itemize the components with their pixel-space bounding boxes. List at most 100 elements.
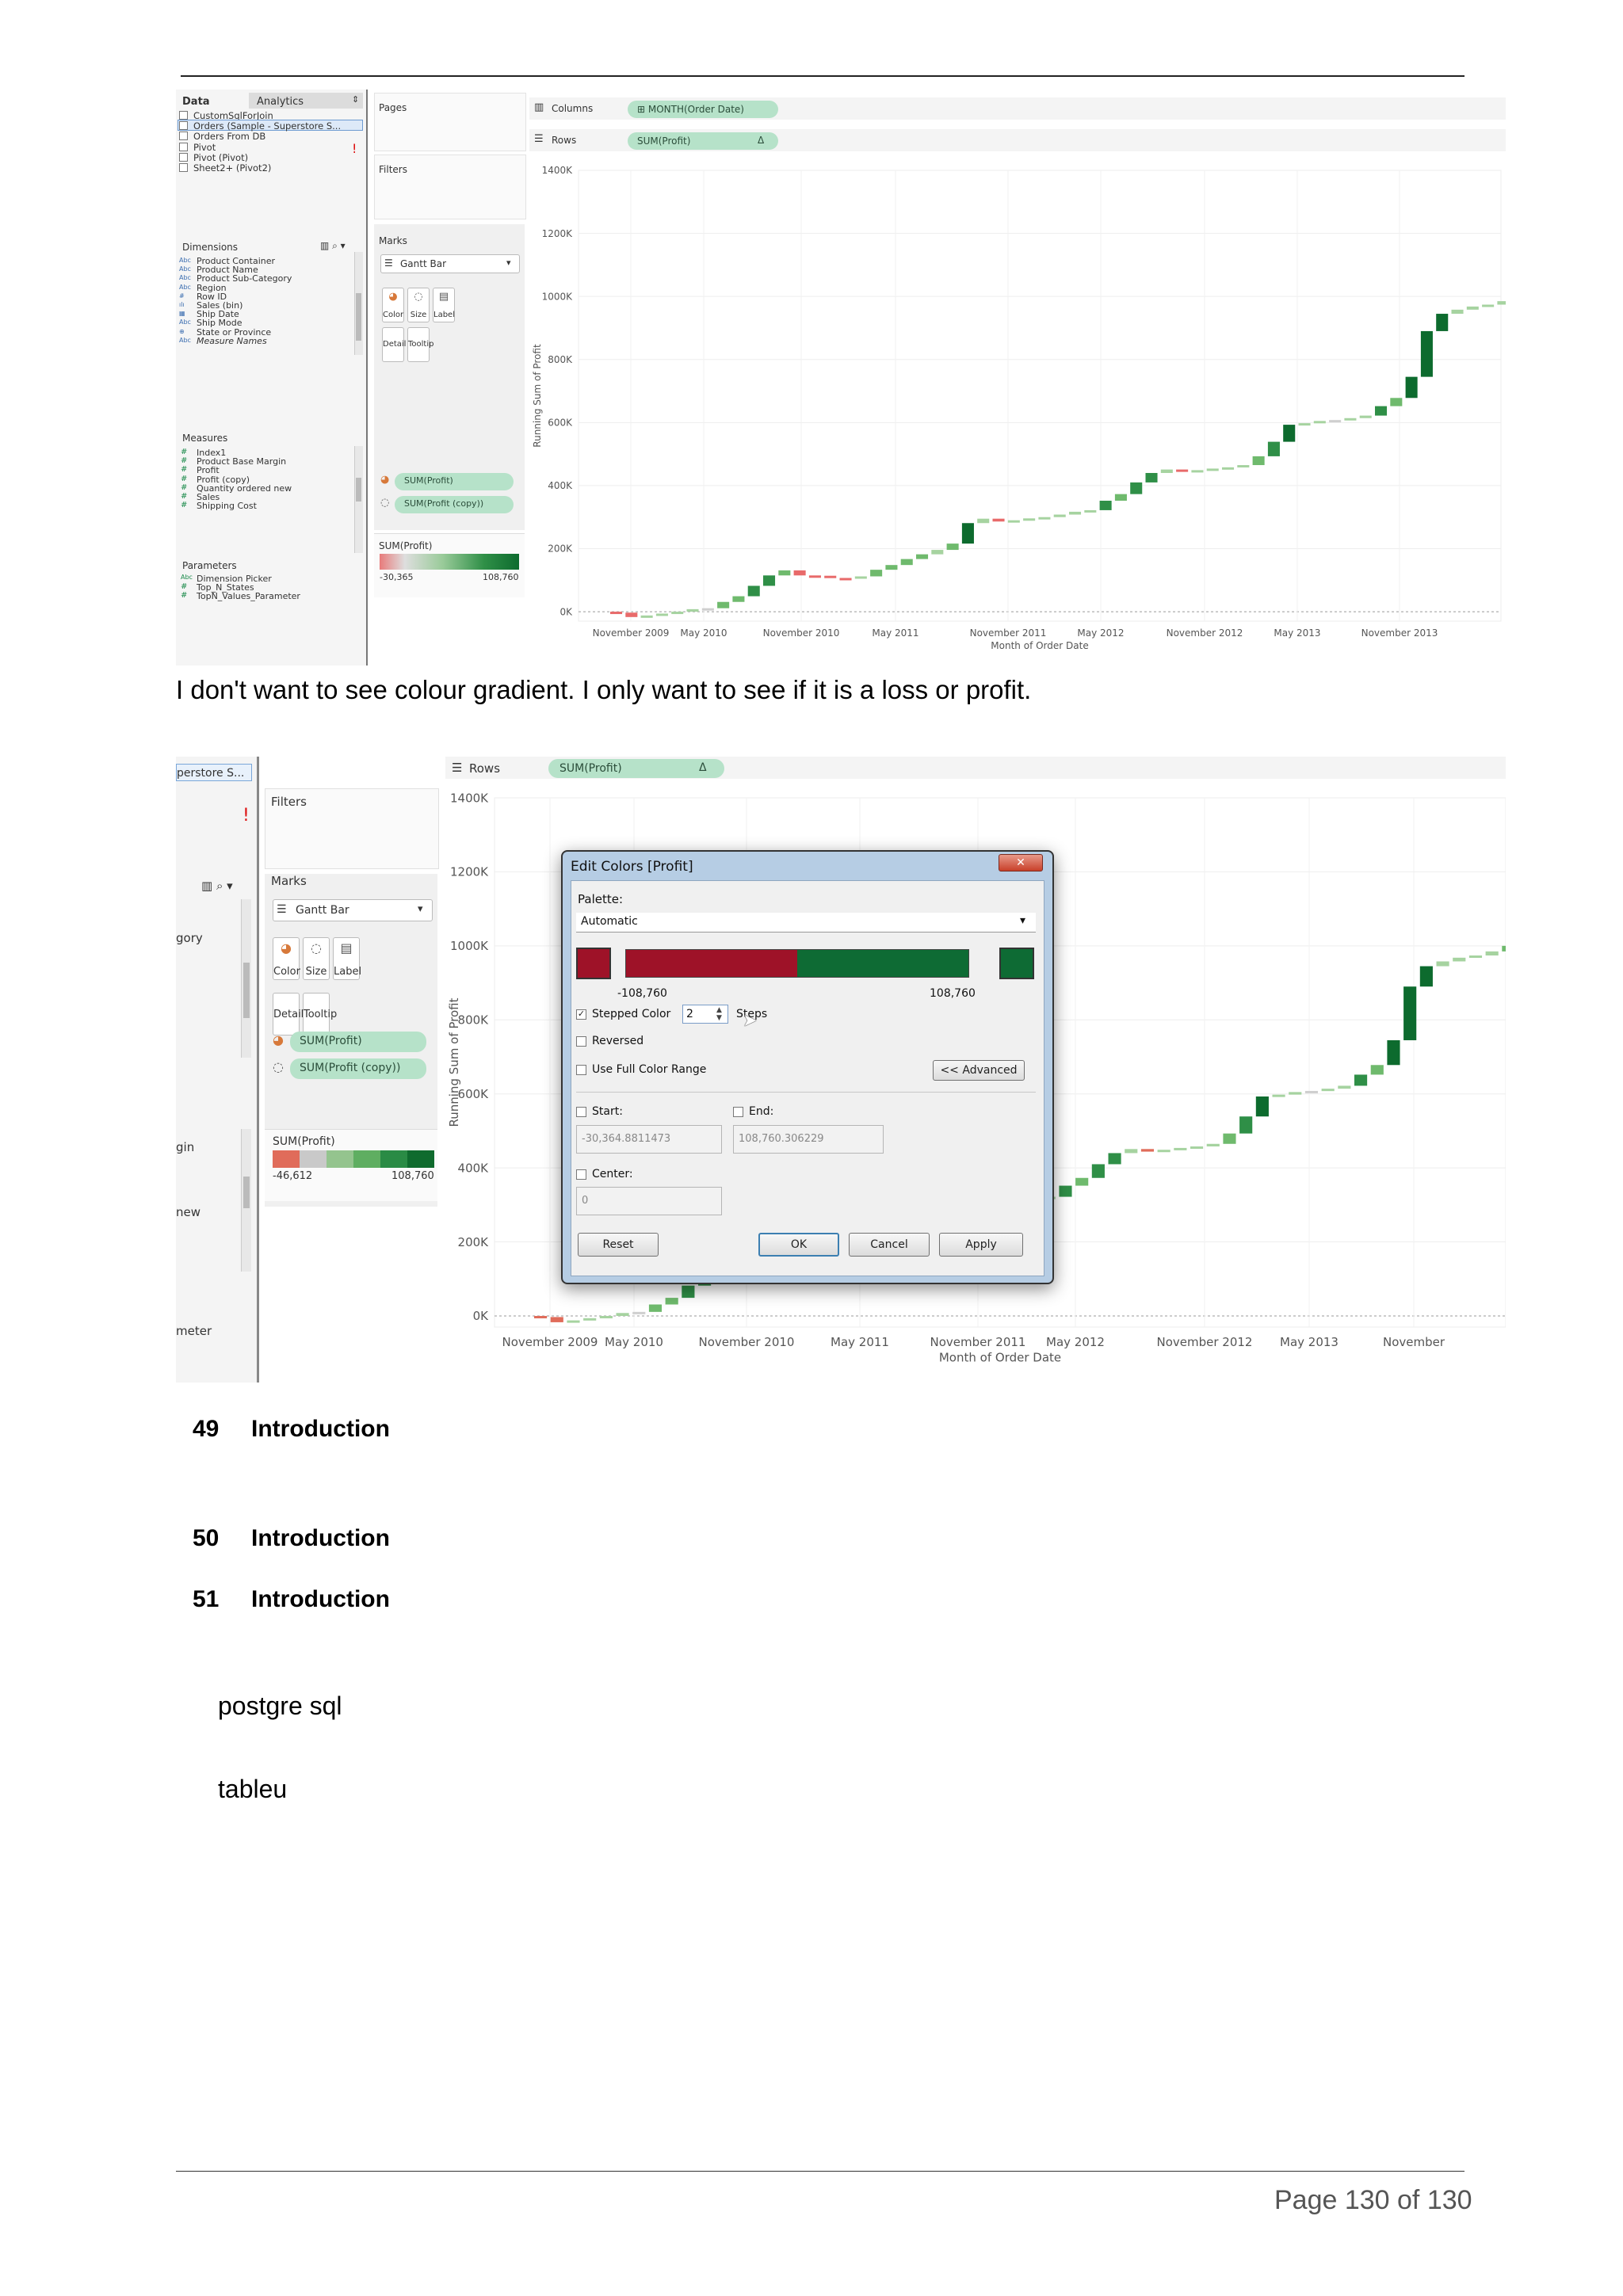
- dimensions-scrollbar[interactable]: [354, 252, 363, 355]
- measures-scrollbar[interactable]: [241, 1129, 251, 1272]
- center-value: 0: [582, 1195, 589, 1207]
- ok-button[interactable]: OK: [758, 1233, 839, 1257]
- legend-title: SUM(Profit): [273, 1135, 335, 1148]
- legend-min: -46,612: [273, 1170, 313, 1182]
- mark-button-label: Label: [433, 311, 455, 319]
- mark-tooltip-button[interactable]: Tooltip: [303, 993, 337, 1035]
- mark-label-button[interactable]: ▤ Label: [333, 937, 361, 980]
- mark-detail-button[interactable]: Detail: [273, 993, 304, 1035]
- source-selected[interactable]: perstore S...: [176, 764, 252, 781]
- mark-type-dropdown[interactable]: ☰ Gantt Bar ▾: [273, 899, 433, 921]
- measures-scrollbar[interactable]: [354, 446, 363, 553]
- source-checkbox[interactable]: [179, 132, 188, 141]
- mark-color-button[interactable]: ◕ Color: [382, 288, 404, 322]
- source-checkbox[interactable]: [179, 121, 188, 131]
- legend-max: 108,760: [391, 1170, 434, 1182]
- reversed-checkbox[interactable]: [576, 1036, 586, 1047]
- start-field[interactable]: -30,364.8811473: [576, 1125, 722, 1154]
- size-icon: ◌: [311, 940, 322, 955]
- dimensions-tools-icon[interactable]: ▥ ⌕ ▾: [201, 879, 233, 893]
- dimensions-scrollbar[interactable]: [241, 899, 251, 1058]
- source-pivot-pivot[interactable]: Pivot (Pivot): [193, 152, 248, 163]
- clipped-label-gory[interactable]: gory: [176, 931, 203, 945]
- cancel-button[interactable]: Cancel: [849, 1233, 930, 1257]
- dimensions-tools-icon[interactable]: ▥ ⌕ ▾: [320, 240, 346, 252]
- gantt-bar: [1419, 966, 1433, 987]
- mark-pill-sum-profit[interactable]: SUM(Profit): [290, 1032, 426, 1052]
- color-icon: ◕: [380, 474, 390, 486]
- gantt-bar: [824, 575, 837, 578]
- gantt-bar: [916, 554, 929, 559]
- end-field[interactable]: 108,760.306229: [733, 1125, 884, 1154]
- steps-input[interactable]: 2 ▲ ▼: [682, 1005, 728, 1024]
- parameter-type-icon: #: [181, 582, 188, 592]
- columns-pill-month-order-date[interactable]: ⊞ MONTH(Order Date): [628, 101, 778, 118]
- parameter-topn-values-parameter[interactable]: TopN_Values_Parameter: [197, 591, 300, 601]
- dialog-close-button[interactable]: ✕: [999, 854, 1043, 871]
- clipped-label-gin[interactable]: gin: [176, 1140, 194, 1154]
- mark-detail-button[interactable]: Detail: [382, 327, 406, 362]
- dimension-type-icon: Abc: [179, 283, 191, 291]
- size-icon: ◌: [273, 1059, 284, 1074]
- gantt-icon: ☰: [384, 257, 393, 269]
- mark-size-button[interactable]: ◌ Size: [303, 937, 330, 980]
- mark-pill-sum-profit-copy[interactable]: SUM(Profit (copy)): [290, 1058, 426, 1079]
- tab-analytics-arrow-icon[interactable]: ⇕: [352, 94, 359, 105]
- tab-data[interactable]: Data: [182, 96, 210, 108]
- gantt-bar: [1497, 301, 1506, 305]
- measure-shipping-cost[interactable]: Shipping Cost: [197, 501, 257, 511]
- advanced-button[interactable]: << Advanced: [933, 1060, 1025, 1081]
- mark-tooltip-button[interactable]: Tooltip: [407, 327, 433, 362]
- reset-button[interactable]: Reset: [578, 1233, 659, 1257]
- mark-label-button[interactable]: ▤ Label: [433, 288, 455, 322]
- gantt-bar: [1222, 467, 1235, 470]
- y-tick-label: 400K: [458, 1161, 490, 1175]
- negative-color-swatch[interactable]: [576, 948, 611, 979]
- center-checkbox[interactable]: [576, 1169, 586, 1180]
- gantt-bar: [1053, 514, 1066, 517]
- clipped-label-meter[interactable]: meter: [176, 1324, 212, 1338]
- mark-pill-sum-profit[interactable]: SUM(Profit): [395, 473, 514, 490]
- gantt-bar: [1252, 456, 1265, 466]
- spin-icon[interactable]: ▲ ▼: [716, 1006, 722, 1022]
- stepped-color-checkbox[interactable]: ✓: [576, 1009, 586, 1020]
- center-field[interactable]: 0: [576, 1187, 722, 1215]
- full-range-checkbox[interactable]: [576, 1065, 586, 1075]
- source-sheet2-pivot2[interactable]: Sheet2+ (Pivot2): [193, 162, 271, 174]
- dimension-type-icon: Abc: [179, 274, 191, 282]
- source-checkbox[interactable]: [179, 163, 188, 172]
- apply-button[interactable]: Apply: [939, 1233, 1023, 1257]
- source-checkbox[interactable]: [179, 152, 188, 162]
- legend-gradient: [380, 554, 519, 570]
- palette-select[interactable]: Automatic ▾: [576, 913, 1036, 933]
- gantt-bar: [1283, 425, 1296, 442]
- color-icon: ◕: [273, 1032, 284, 1047]
- positive-color-swatch[interactable]: [999, 948, 1034, 979]
- chevron-down-icon: ▾: [418, 903, 423, 915]
- source-orders-sample-superstore-s[interactable]: Orders (Sample - Superstore S...: [193, 120, 341, 132]
- warning-icon: !: [352, 141, 357, 156]
- rows-pill-sum-profit[interactable]: SUM(Profit) Δ: [628, 132, 778, 150]
- start-checkbox[interactable]: [576, 1107, 586, 1117]
- mark-type-value: Gantt Bar: [400, 258, 447, 269]
- end-checkbox[interactable]: [733, 1107, 743, 1117]
- mark-color-button[interactable]: ◕ Color: [273, 937, 300, 980]
- source-checkbox[interactable]: [179, 111, 188, 120]
- rows-label: Rows: [469, 761, 501, 776]
- mark-button-label: Size: [410, 311, 427, 319]
- y-tick-label: 600K: [548, 418, 573, 429]
- dimension-measure-names[interactable]: Measure Names: [197, 336, 267, 346]
- mark-type-dropdown[interactable]: ☰ Gantt Bar ▾: [380, 254, 520, 273]
- tab-analytics[interactable]: Analytics: [257, 96, 304, 108]
- rows-pill-sum-profit[interactable]: SUM(Profit) Δ: [548, 759, 724, 778]
- y-tick-label: 200K: [458, 1235, 490, 1249]
- source-orders-from-db[interactable]: Orders From DB: [193, 131, 265, 142]
- parameters-label: Parameters: [182, 560, 237, 571]
- y-axis-title: Running Sum of Profit: [532, 344, 543, 448]
- mark-pill-sum-profit-copy[interactable]: SUM(Profit (copy)): [395, 496, 514, 513]
- gantt-bar: [1160, 469, 1173, 473]
- source-checkbox[interactable]: [179, 142, 188, 151]
- mark-size-button[interactable]: ◌ Size: [407, 288, 430, 322]
- source-pivot[interactable]: Pivot: [193, 142, 216, 153]
- clipped-label-new[interactable]: new: [176, 1205, 200, 1219]
